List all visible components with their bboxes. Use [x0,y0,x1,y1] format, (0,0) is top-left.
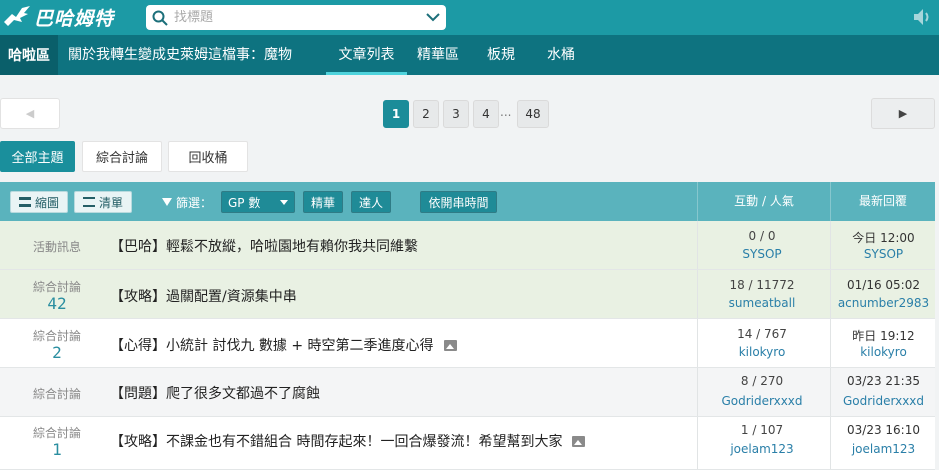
caret-down-icon [280,200,288,205]
page-3-button[interactable]: 3 [443,100,469,128]
sort-select-value: GP 數 [228,195,261,210]
board-title-link[interactable]: 關於我轉生變成史萊姆這檔事：魔物 [68,35,330,75]
page-4-button[interactable]: 4 [473,100,499,128]
list-view-label: 清單 [98,195,123,210]
row-stat: 8 / 270 [740,374,784,388]
row-author[interactable]: sumeatball [697,296,827,310]
row-reply-user[interactable]: kilokyro [832,345,935,359]
row-reply-time[interactable]: 01/16 05:02 [832,278,935,292]
sort-by-time-button[interactable]: 依開串時間 [420,191,497,213]
row-reply-time[interactable]: 03/23 16:10 [832,423,935,437]
row-stat: 0 / 0 [748,229,776,243]
prev-page-button[interactable]: ◀ [0,98,60,129]
row-reply-count: 42 [47,294,67,313]
row-category[interactable]: 綜合討論 [0,327,114,344]
cell-divider [830,270,831,318]
search-input[interactable] [174,10,420,25]
row-reply-time[interactable]: 03/23 21:35 [832,374,935,388]
row-title-text[interactable]: 【攻略】不課金也有不錯組合 時間存起來！一回合爆發流！希望幫到大家 [110,431,562,451]
filter-label-text: 篩選： [176,195,213,210]
page-2-button[interactable]: 2 [413,100,439,128]
page-1-button[interactable]: 1 [383,100,409,128]
expert-filter-button[interactable]: 達人 [351,191,391,213]
category-general[interactable]: 綜合討論 [82,141,162,172]
chevron-down-icon[interactable] [420,13,446,22]
row-stat: 18 / 11772 [729,278,795,292]
row-reply-user[interactable]: Godriderxxxd [832,394,935,408]
column-header-latest[interactable]: 最新回覆 [831,182,935,221]
row-stat: 1 / 107 [740,423,784,437]
table-row[interactable]: 綜合討論 1 【攻略】不課金也有不錯組合 時間存起來！一回合爆發流！希望幫到大家… [0,417,935,470]
row-title[interactable]: 【攻略】過關配置/資源集中串 [110,286,297,306]
category-recycle[interactable]: 回收桶 [168,141,248,172]
row-title[interactable]: 【心得】小統計 討伐九 數據 + 時空第二季進度心得 [110,335,457,355]
cell-divider [830,368,831,416]
table-row[interactable]: 綜合討論 【問題】爬了很多文都過不了腐蝕 8 / 270 Godriderxxx… [0,368,935,417]
thumbnail-view-label: 縮圖 [34,195,59,210]
row-author[interactable]: SYSOP [697,247,827,261]
filter-icon [162,198,172,206]
row-title[interactable]: 【攻略】不課金也有不錯組合 時間存起來！一回合爆發流！希望幫到大家 [110,431,586,451]
row-reply-user[interactable]: joelam123 [832,442,935,456]
table-row[interactable]: 綜合討論 2 【心得】小統計 討伐九 數據 + 時空第二季進度心得 14 / 7… [0,319,935,368]
row-stat: 14 / 767 [737,327,787,341]
category-all[interactable]: 全部主題 [0,141,75,172]
row-reply-count: 2 [52,343,62,362]
row-reply-time[interactable]: 今日 12:00 [832,229,935,246]
tab-essence[interactable]: 精華區 [409,35,467,75]
row-author[interactable]: joelam123 [697,442,827,456]
image-icon [443,339,457,351]
row-reply-user[interactable]: acnumber2983 [832,296,935,310]
volume-icon[interactable] [913,8,933,30]
row-category[interactable]: 綜合討論 [0,278,114,295]
row-title[interactable]: 【巴哈】輕鬆不放縱，哈啦園地有賴你我共同維繫 [110,236,418,256]
next-page-button[interactable]: ▶ [871,98,935,129]
tab-bucket[interactable]: 水桶 [537,35,585,75]
forum-home-link[interactable]: 哈啦區 [0,35,58,75]
row-author[interactable]: Godriderxxxd [697,394,827,408]
row-category[interactable]: 綜合討論 [0,424,114,441]
top-header: 巴哈姆特 [0,0,939,35]
column-header-interaction[interactable]: 互動 / 人氣 [698,182,830,221]
essence-filter-button[interactable]: 精華 [303,191,343,213]
tab-article-list[interactable]: 文章列表 [326,35,407,75]
site-logo[interactable]: 巴哈姆特 [2,3,114,31]
filter-label: 篩選： [162,191,212,213]
page-last-button[interactable]: 48 [517,100,549,128]
board-nav: 哈啦區 關於我轉生變成史萊姆這檔事：魔物 文章列表 精華區 板規 水桶 [0,35,939,75]
cell-divider [830,417,831,469]
row-title[interactable]: 【問題】爬了很多文都過不了腐蝕 [110,383,320,403]
row-reply-count: 1 [52,440,62,459]
image-icon [572,435,586,447]
row-title-text[interactable]: 【心得】小統計 討伐九 數據 + 時空第二季進度心得 [110,335,434,355]
thumbnail-view-button[interactable]: 縮圖 [10,191,68,213]
cell-divider [830,319,831,367]
row-category[interactable]: 綜合討論 [0,385,114,402]
search-icon[interactable] [146,10,174,26]
search-box[interactable] [146,5,446,30]
list-view-button[interactable]: 清單 [74,191,132,213]
page-ellipsis: ... [500,105,512,119]
sort-select[interactable]: GP 數 [221,191,295,213]
table-row[interactable]: 活動訊息 【巴哈】輕鬆不放縱，哈啦園地有賴你我共同維繫 0 / 0 SYSOP … [0,221,935,270]
dragon-logo-icon [4,6,30,26]
tab-rules[interactable]: 板規 [477,35,525,75]
table-row[interactable]: 綜合討論 42 【攻略】過關配置/資源集中串 18 / 11772 sumeat… [0,270,935,319]
row-reply-time[interactable]: 昨日 19:12 [832,327,935,344]
grid-icon [18,197,31,207]
logo-text: 巴哈姆特 [34,7,115,30]
row-author[interactable]: kilokyro [697,345,827,359]
list-icon [82,197,95,207]
row-reply-user[interactable]: SYSOP [832,247,935,261]
cell-divider [830,221,831,269]
row-category[interactable]: 活動訊息 [0,238,114,255]
